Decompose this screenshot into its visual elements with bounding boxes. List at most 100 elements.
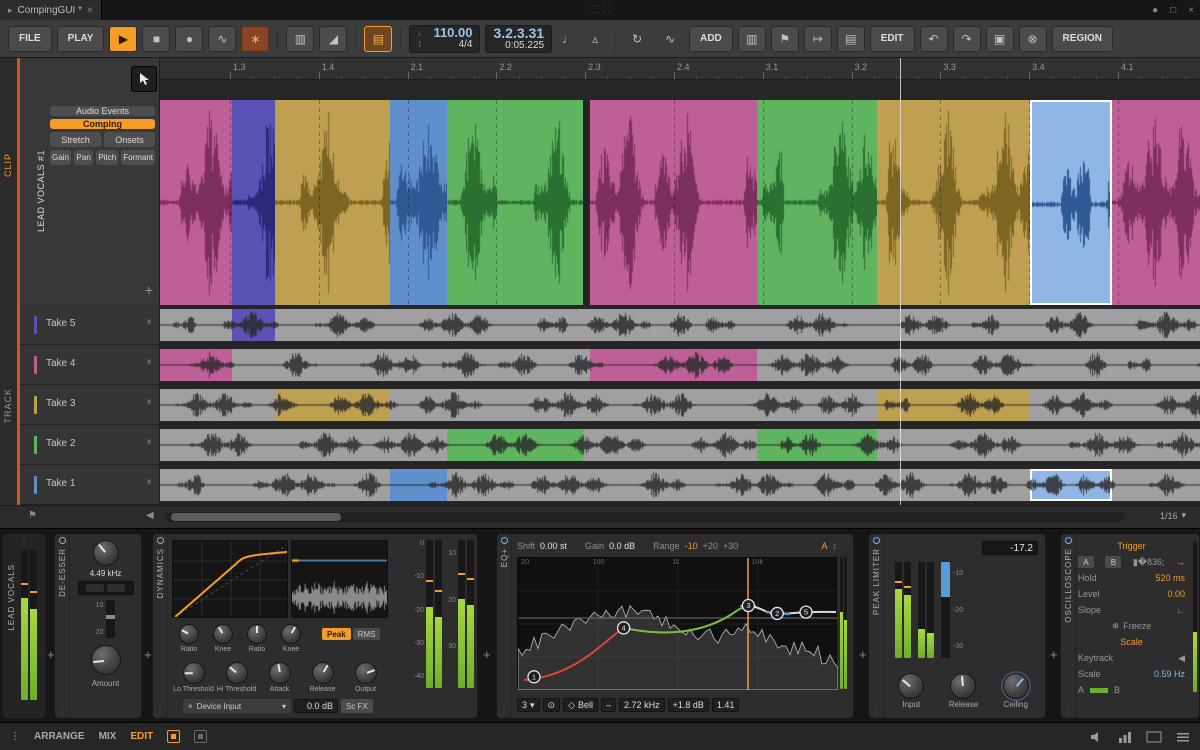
knob[interactable] [247,624,267,644]
ruler-tick[interactable]: 3.2 [851,62,867,79]
eq-range-option[interactable]: +30 [723,541,738,551]
add-take-button[interactable]: + [145,282,153,298]
take-lanes[interactable] [160,305,1200,505]
scrollbar-thumb[interactable] [171,513,341,521]
flag-icon[interactable]: ⚑ [28,510,37,521]
channel-strip[interactable]: ⋮ LEAD VOCALS [2,533,46,719]
position-time[interactable]: 0:05.225 [505,40,544,52]
clear-icon[interactable]: × [188,702,193,711]
eq-ab-toggle[interactable]: A [821,541,827,551]
eq-gain-value[interactable]: 0.0 dB [609,541,635,551]
take-remove-icon[interactable]: × [146,437,152,448]
meter-bars-icon[interactable] [1118,731,1132,743]
ruler-tick[interactable]: 1.4 [318,62,334,79]
delete-icon[interactable]: ⊗ [1018,25,1047,52]
osc-channel-a-button[interactable]: A [1078,556,1094,568]
dynamics-input-select[interactable]: × Device Input ▾ [183,699,291,713]
horizontal-scrollbar[interactable] [165,512,1125,522]
add-device-icon[interactable]: + [483,647,491,662]
loop-icon[interactable]: ↻ [623,26,651,52]
engine-status-icon[interactable]: ● [1152,5,1158,16]
osc-level-value[interactable]: 0.00 [1167,589,1185,599]
drag-grip-icon[interactable]: ⋮ [10,731,20,742]
add-device-icon[interactable]: + [1050,647,1058,662]
dynamics-knob[interactable]: Ratio [240,624,274,654]
osc-scale-value[interactable]: 0.59 Hz [1154,669,1185,679]
drag-grip-icon[interactable]: ⋮ [20,537,28,546]
cue-icon[interactable]: ♩ [557,26,579,52]
knob[interactable] [179,624,199,644]
timeline-area[interactable]: 1.3 1.4 2.1 2.2 2.3 2.4 3.1 3.2 3.3 3.4 4.1 [160,58,1200,505]
device-power-button[interactable] [872,537,880,544]
ruler-tick[interactable]: 2.3 [585,62,601,79]
timesig-value[interactable]: 4/4 [459,40,473,51]
formant-button[interactable]: Formant [121,150,155,165]
file-button[interactable]: FILE [8,25,52,52]
pan-button[interactable]: Pan [73,150,94,165]
drag-grip-icon[interactable]: ⋮ [156,706,164,715]
add-device-icon[interactable]: + [144,647,152,662]
redo-icon[interactable]: ↷ [952,25,981,52]
deesser-mode-button[interactable] [107,584,125,592]
duplicate-icon[interactable]: ▣ [985,25,1014,52]
deesser-freq-value[interactable]: 4.49 kHz [90,569,122,578]
ruler-tick[interactable]: 4.1 [1117,62,1133,79]
rms-button[interactable]: RMS [352,628,381,640]
device-deesser[interactable]: DE-ESSER ⋮ 4.49 kHz 10 20 Amount [54,533,142,719]
comp-region[interactable] [447,100,583,305]
take-header[interactable]: Take 3 × [20,385,159,425]
knob[interactable] [950,673,977,700]
mix-view-tab[interactable]: MIX [99,731,117,742]
limiter-knob[interactable]: Input [898,673,925,710]
dynamics-knob[interactable]: Release [301,662,344,694]
dynamics-gain-value[interactable]: 0.0 dB [294,699,338,713]
dynamics-knob[interactable]: Output [344,662,387,694]
deesser-mode-button[interactable] [86,584,104,592]
eq-band-gain-value[interactable]: +1.8 dB [667,698,709,712]
window-drag-handle-icon[interactable]: ····· ····· [588,1,613,17]
maximize-icon[interactable]: □ [1170,5,1176,16]
ruler-tick[interactable]: 1.3 [229,62,246,79]
speaker-icon[interactable] [1090,731,1104,743]
timeline-ruler[interactable]: 1.3 1.4 2.1 2.2 2.3 2.4 3.1 3.2 3.3 3.4 4.1 [160,58,1200,80]
dynamics-knob[interactable]: Attack [258,662,301,694]
eq-band-freq-value[interactable]: 2.72 kHz [619,698,665,712]
take-lane[interactable] [160,345,1200,385]
osc-hold-value[interactable]: 520 ms [1155,573,1185,583]
eq-shift-value[interactable]: 0.00 st [540,541,567,551]
osc-trigger-arrow-icon[interactable]: → [1176,557,1185,567]
dynamics-knob[interactable]: Hi Threshold [215,662,258,694]
stop-button[interactable]: ■ [142,25,171,52]
undo-icon[interactable]: ↶ [919,25,948,52]
comp-region[interactable] [231,100,275,305]
limiter-readout[interactable]: -17.2 [982,541,1038,555]
eq-band-selector[interactable]: 3 ▾ [517,698,540,712]
comping-button[interactable]: Comping [50,119,155,129]
fade-tool-icon[interactable]: ◢ [319,25,348,52]
grid-resolution-value[interactable]: 1/16 [1160,511,1178,521]
audio-event-tool-icon[interactable]: ▥ [286,25,315,52]
device-power-button[interactable] [58,537,66,544]
knob[interactable] [1002,673,1029,700]
eq-band-q-value[interactable]: 1.41 [711,698,740,712]
add-device-icon[interactable]: + [859,647,867,662]
play-menu-button[interactable]: PLAY [56,25,105,52]
drag-grip-icon[interactable]: ⋮ [172,702,180,711]
take-header[interactable]: Take 2 × [20,425,159,465]
take-header[interactable]: Take 1 × [20,465,159,505]
automation-write-icon[interactable]: ∿ [208,25,237,52]
clip-launcher-toggle-icon[interactable] [167,730,181,743]
device-limiter[interactable]: PEAK LIMITER ⋮ -17.2 -10 -20 -30 Input Rele [868,533,1046,719]
ruler-tick[interactable]: 3.1 [762,62,778,79]
gain-button[interactable]: Gain [50,150,71,165]
drag-grip-icon[interactable]: ⋮ [500,706,508,715]
edit-button[interactable]: EDIT [869,25,915,52]
eq-band-power-button[interactable]: ⊙ [542,698,561,712]
insert-device-icon[interactable]: ▥ [737,25,766,52]
limiter-knob[interactable]: Release [949,673,978,710]
take-remove-icon[interactable]: × [146,357,152,368]
edit-view-tab[interactable]: EDIT [130,731,153,742]
take-lane[interactable] [160,465,1200,505]
comp-region[interactable] [756,100,877,305]
eq-band-type-select[interactable]: ◇ Bell [563,698,599,712]
